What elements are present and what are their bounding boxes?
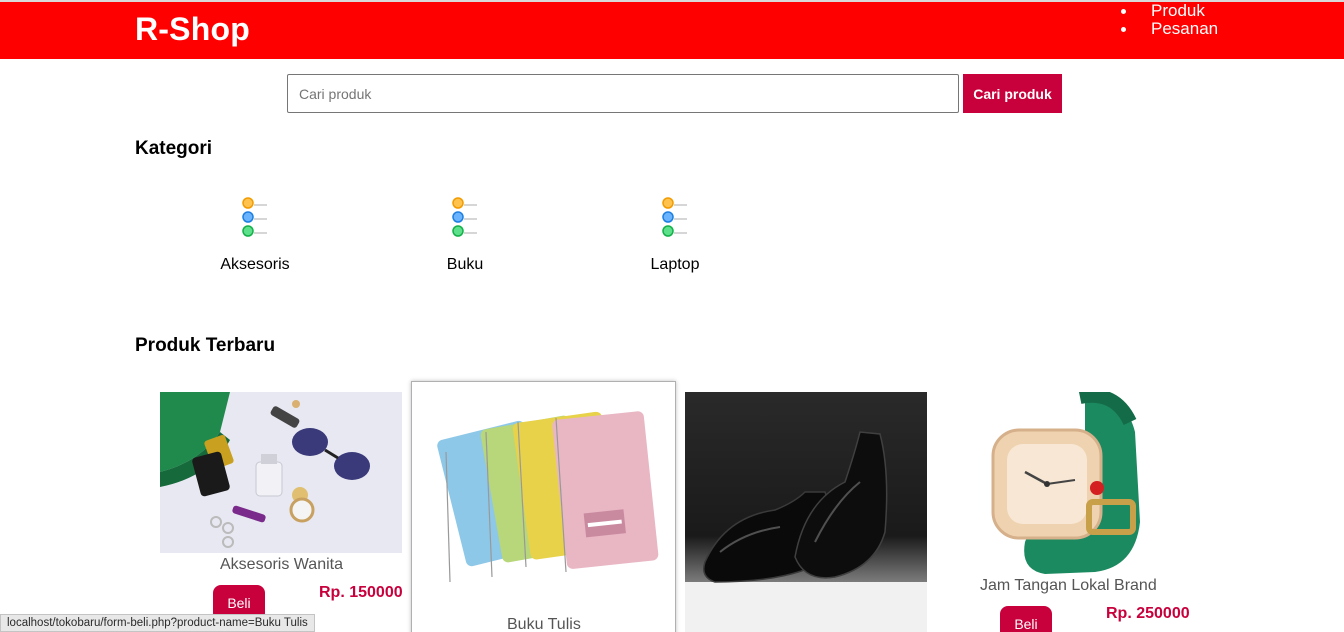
nav-menu: Produk Pesanan bbox=[1119, 2, 1218, 38]
category-buku[interactable]: Buku bbox=[395, 196, 535, 274]
category-label: Laptop bbox=[650, 256, 700, 273]
nav-item-pesanan[interactable]: Pesanan bbox=[1119, 20, 1218, 38]
product-price: Rp. 250000 bbox=[1106, 605, 1190, 622]
list-icon bbox=[242, 197, 267, 237]
category-label: Aksesoris bbox=[220, 256, 290, 273]
product-price: Rp. 150000 bbox=[319, 584, 403, 601]
product-name: Jam Tangan Lokal Brand bbox=[980, 577, 1157, 594]
product-name: Aksesoris Wanita bbox=[220, 556, 343, 573]
header-bar: R-Shop Produk Pesanan bbox=[0, 0, 1344, 59]
category-aksesoris[interactable]: Aksesoris bbox=[185, 196, 325, 274]
categories-heading: Kategori bbox=[135, 138, 213, 159]
browser-status-url: localhost/tokobaru/form-beli.php?product… bbox=[0, 614, 315, 632]
brand-logo[interactable]: R-Shop bbox=[135, 11, 250, 48]
product-image-shoes[interactable] bbox=[685, 392, 927, 632]
product-card-buku-tulis[interactable]: Buku Tulis bbox=[411, 381, 676, 632]
list-icon bbox=[662, 197, 687, 237]
search-button[interactable]: Cari produk bbox=[963, 74, 1062, 113]
product-image-accessories[interactable] bbox=[160, 392, 402, 553]
product-name: Buku Tulis bbox=[507, 616, 581, 632]
category-label: Buku bbox=[446, 256, 484, 273]
product-image-watch[interactable] bbox=[985, 392, 1160, 575]
list-icon bbox=[452, 197, 477, 237]
buy-button[interactable]: Beli bbox=[1000, 606, 1052, 632]
category-laptop[interactable]: Laptop bbox=[605, 196, 745, 274]
nav-item-produk[interactable]: Produk bbox=[1119, 2, 1218, 20]
search-input[interactable] bbox=[287, 74, 959, 113]
product-image-notebooks[interactable] bbox=[422, 392, 667, 602]
latest-products-heading: Produk Terbaru bbox=[135, 335, 276, 356]
